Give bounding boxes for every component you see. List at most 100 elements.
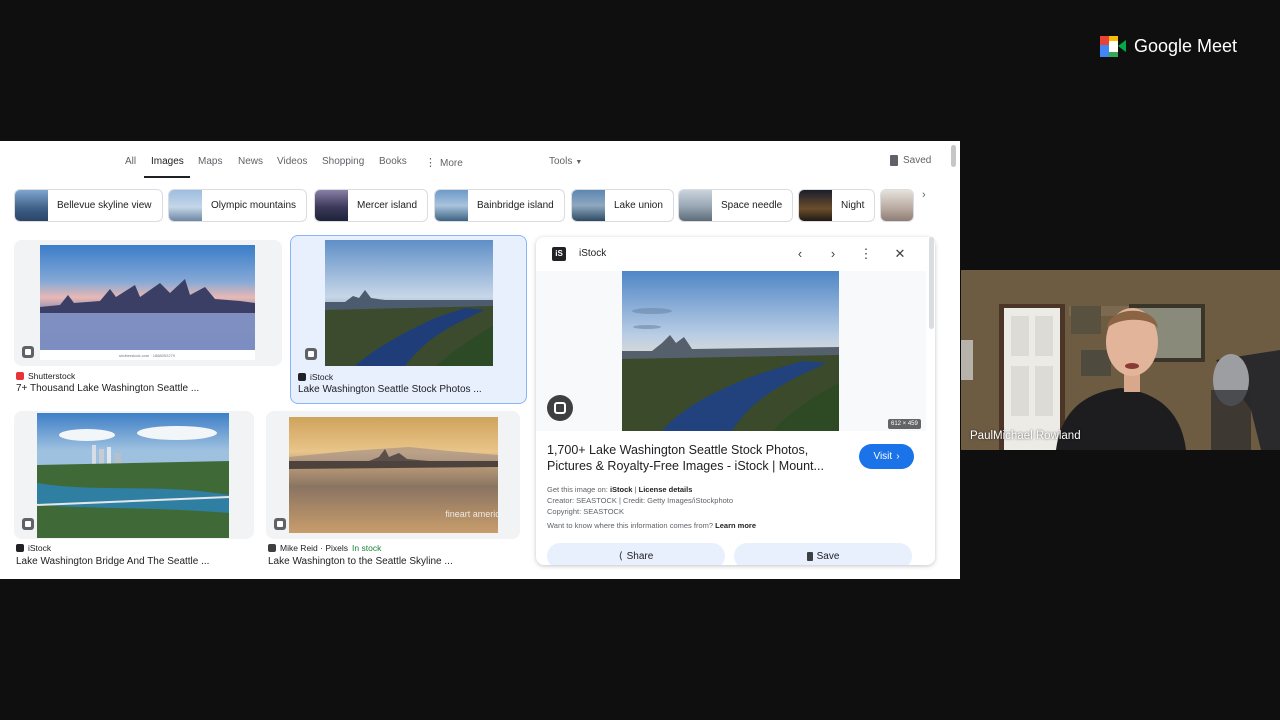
saved-label: Saved — [903, 155, 932, 166]
related-search-chips: Bellevue skyline view Olympic mountains … — [0, 189, 960, 223]
result-source: iStock — [16, 543, 51, 553]
chip-lake-union[interactable]: Lake union — [571, 189, 674, 222]
saved-button[interactable]: Saved — [890, 155, 931, 166]
learn-more-link[interactable]: Learn more — [715, 521, 756, 530]
preview-image-frame: 612 × 459 — [536, 271, 926, 431]
visit-label: Visit — [873, 451, 893, 462]
preview-title[interactable]: 1,700+ Lake Washington Seattle Stock Pho… — [547, 442, 847, 474]
result-title[interactable]: Lake Washington Bridge And The Seattle .… — [16, 556, 209, 567]
google-lens-icon[interactable] — [547, 395, 573, 421]
participant-video — [961, 270, 1280, 450]
result-card-selected[interactable]: iStock Lake Washington Seattle Stock Pho… — [290, 235, 527, 404]
result-image: shutterstock.com · 1868092279 — [40, 245, 255, 360]
result-source-label: Shutterstock — [28, 371, 76, 381]
chip-thumbnail — [15, 190, 48, 221]
istock-logo-icon: iS — [552, 247, 566, 261]
chevron-right-icon[interactable]: › — [922, 189, 926, 201]
result-image-frame: shutterstock.com · 1868092279 — [14, 240, 282, 366]
get-image-site[interactable]: iStock — [610, 485, 633, 494]
creator-credit: Creator: SEASTOCK | Credit: Getty Images… — [547, 496, 734, 505]
chip-label: Olympic mountains — [211, 200, 297, 211]
chip-thumbnail — [169, 190, 202, 221]
result-image — [37, 413, 229, 538]
result-card[interactable]: fineart america Mike Reid · PixelsIn sto… — [266, 411, 520, 571]
preview-image[interactable] — [622, 271, 839, 431]
caret-down-icon: ▼ — [575, 159, 583, 166]
preview-site-name[interactable]: iStock — [579, 248, 606, 259]
participant-video-tile[interactable] — [961, 270, 1280, 450]
search-tabs: All Images Maps News Videos Shopping Boo… — [0, 141, 960, 179]
share-button[interactable]: ⟨ Share — [547, 543, 725, 565]
istock-favicon-icon — [16, 544, 24, 552]
chip-label: Bainbridge island — [477, 200, 554, 211]
bookmark-icon — [806, 551, 813, 561]
chip-thumbnail — [881, 190, 913, 221]
result-title[interactable]: 7+ Thousand Lake Washington Seattle ... — [16, 383, 199, 394]
chevron-right-icon[interactable]: › — [824, 245, 842, 263]
visit-button[interactable]: Visit › — [859, 444, 914, 469]
result-source: Mike Reid · Pixels In stock — [268, 543, 381, 553]
shared-screen: All Images Maps News Videos Shopping Boo… — [0, 141, 960, 579]
preview-scrollbar[interactable] — [929, 237, 934, 329]
istock-favicon-icon — [298, 373, 306, 381]
google-meet-icon — [1100, 36, 1126, 57]
tab-images[interactable]: Images — [151, 156, 184, 167]
tab-maps[interactable]: Maps — [198, 156, 222, 167]
result-title[interactable]: Lake Washington to the Seattle Skyline .… — [268, 556, 453, 567]
chip-label: Bellevue skyline view — [57, 200, 152, 211]
image-preview-panel: iS iStock ‹ › ⋮ ✕ 612 × 459 1,700+ Lake … — [536, 237, 935, 565]
tools-label: Tools — [549, 156, 573, 167]
get-image-line: Get this image on: iStock | License deta… — [547, 485, 693, 494]
active-tab-indicator — [144, 176, 190, 178]
tab-news[interactable]: News — [238, 156, 263, 167]
page-scrollbar[interactable] — [951, 145, 956, 167]
chip-label: Mercer island — [357, 200, 418, 211]
chevron-right-icon: › — [896, 451, 900, 462]
tab-videos[interactable]: Videos — [277, 156, 307, 167]
tools-button[interactable]: Tools ▼ — [549, 156, 582, 167]
result-image: fineart america — [289, 417, 498, 533]
chip-mercer-island[interactable]: Mercer island — [314, 189, 429, 222]
chip-thumbnail — [315, 190, 348, 221]
tab-all[interactable]: All — [125, 156, 136, 167]
more-vert-icon[interactable]: ⋮ — [857, 245, 875, 263]
more-vert-icon: ⋮ — [425, 157, 436, 169]
chip-label: Space needle — [721, 200, 783, 211]
info-question: Want to know where this information come… — [547, 521, 714, 530]
info-source-line: Want to know where this information come… — [547, 521, 756, 530]
get-image-prefix: Get this image on: — [547, 485, 608, 494]
result-title[interactable]: Lake Washington Seattle Stock Photos ... — [298, 384, 482, 395]
chevron-left-icon[interactable]: ‹ — [791, 245, 809, 263]
tab-shopping[interactable]: Shopping — [322, 156, 364, 167]
save-button[interactable]: Save — [734, 543, 912, 565]
copyright-line: Copyright: SEASTOCK — [547, 507, 624, 516]
chip-olympic-mountains[interactable]: Olympic mountains — [168, 189, 308, 222]
image-type-icon — [305, 348, 317, 360]
chip-thumbnail — [799, 190, 832, 221]
preview-header: iS iStock ‹ › ⋮ ✕ — [536, 237, 935, 271]
result-card[interactable]: shutterstock.com · 1868092279 Shuttersto… — [14, 240, 282, 402]
tab-books[interactable]: Books — [379, 156, 407, 167]
chip-night[interactable]: Night — [798, 189, 876, 222]
image-watermark: shutterstock.com · 1868092279 — [119, 353, 176, 358]
chip-bellevue-skyline-view[interactable]: Bellevue skyline view — [14, 189, 163, 222]
license-details-link[interactable]: License details — [639, 485, 693, 494]
result-card[interactable]: iStock Lake Washington Bridge And The Se… — [14, 411, 254, 571]
chip-label: Lake union — [614, 200, 663, 211]
result-source: iStock — [298, 372, 333, 382]
meet-logo: Google Meet — [1100, 36, 1237, 57]
chip-space-needle[interactable]: Space needle — [678, 189, 794, 222]
meet-app-name: Google Meet — [1134, 36, 1238, 56]
tab-more-label: More — [440, 158, 463, 169]
chip-bainbridge-island[interactable]: Bainbridge island — [434, 189, 565, 222]
stage: All Images Maps News Videos Shopping Boo… — [0, 0, 1280, 720]
result-source-label: iStock — [28, 543, 52, 553]
chip-label: Night — [841, 200, 865, 211]
pixels-favicon-icon — [268, 544, 276, 552]
close-icon[interactable]: ✕ — [891, 245, 909, 263]
image-watermark: fineart america — [445, 509, 498, 519]
tab-more[interactable]: ⋮ More — [425, 156, 463, 169]
chip-partial[interactable] — [880, 189, 914, 222]
shutterstock-favicon-icon — [16, 372, 24, 380]
save-label: Save — [816, 550, 840, 562]
